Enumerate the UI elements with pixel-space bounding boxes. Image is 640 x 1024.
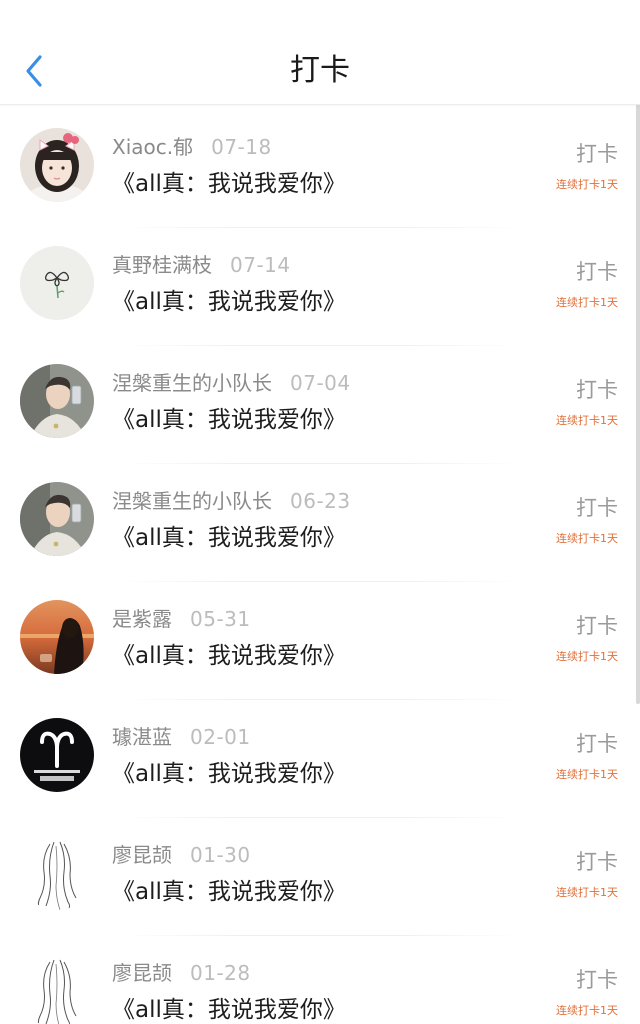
user-name[interactable]: 廖昆颉 — [112, 843, 172, 867]
list-item[interactable]: 涅槃重生的小队长 07-04 《all真：我说我爱你》 打卡 连续打卡1天 — [0, 346, 640, 464]
list-item[interactable]: 真野桂满枝 07-14 《all真：我说我爱你》 打卡 连续打卡1天 — [0, 228, 640, 346]
checkin-date: 07-14 — [230, 253, 291, 277]
user-meta: 涅槃重生的小队长 07-04 — [112, 370, 351, 396]
streak-label: 连续打卡1天 — [556, 1004, 618, 1017]
check-in-button[interactable]: 打卡 — [576, 966, 618, 994]
checkin-page: 打卡 Xiaoc.郁 07-18 《all真：我说我爱你》 打卡 连续打卡1天 … — [0, 0, 640, 1024]
check-in-button[interactable]: 打卡 — [576, 612, 618, 640]
user-meta: 是紫露 05-31 — [112, 606, 251, 632]
check-in-button[interactable]: 打卡 — [576, 376, 618, 404]
user-name[interactable]: 是紫露 — [112, 607, 172, 631]
book-title: 《all真：我说我爱你》 — [112, 879, 346, 905]
scrollbar[interactable] — [636, 104, 640, 704]
book-title: 《all真：我说我爱你》 — [112, 289, 346, 315]
checkin-date: 07-04 — [290, 371, 351, 395]
streak-label: 连续打卡1天 — [556, 650, 618, 663]
check-in-button[interactable]: 打卡 — [576, 730, 618, 758]
check-in-button[interactable]: 打卡 — [576, 258, 618, 286]
streak-label: 连续打卡1天 — [556, 532, 618, 545]
top-bar: 打卡 — [0, 0, 640, 105]
list-item[interactable]: 廖昆颉 01-30 《all真：我说我爱你》 打卡 连续打卡1天 — [0, 818, 640, 936]
man-selfie-icon[interactable] — [20, 364, 94, 438]
check-in-button[interactable]: 打卡 — [576, 140, 618, 168]
book-title: 《all真：我说我爱你》 — [112, 643, 346, 669]
checkin-date: 05-31 — [190, 607, 251, 631]
check-in-button[interactable]: 打卡 — [576, 848, 618, 876]
list-item[interactable]: 璩湛蓝 02-01 《all真：我说我爱你》 打卡 连续打卡1天 — [0, 700, 640, 818]
girl-portrait-icon[interactable] — [20, 128, 94, 202]
user-meta: 璩湛蓝 02-01 — [112, 724, 251, 750]
list-item[interactable]: 涅槃重生的小队长 06-23 《all真：我说我爱你》 打卡 连续打卡1天 — [0, 464, 640, 582]
user-meta: 廖昆颉 01-30 — [112, 842, 251, 868]
checkin-date: 07-18 — [211, 135, 272, 159]
back-button[interactable] — [14, 46, 54, 96]
streak-label: 连续打卡1天 — [556, 296, 618, 309]
checkin-list[interactable]: Xiaoc.郁07-18 《all真：我说我爱你》 打卡 连续打卡1天 真野桂 — [0, 110, 640, 1024]
user-meta: Xiaoc.郁 07-18 — [112, 134, 272, 160]
check-in-button[interactable]: 打卡 — [576, 494, 618, 522]
flower-sketch-icon[interactable] — [20, 246, 94, 320]
hair-sketch-icon[interactable] — [20, 954, 94, 1024]
user-meta: 涅槃重生的小队长 06-23 — [112, 488, 351, 514]
book-title: 《all真：我说我爱你》 — [112, 171, 346, 197]
list-item[interactable]: Xiaoc.郁 07-18 《all真：我说我爱你》 打卡 连续打卡1天 — [0, 110, 640, 228]
user-name[interactable]: 廖昆颉 — [112, 961, 172, 985]
streak-label: 连续打卡1天 — [556, 178, 618, 191]
man-selfie-icon[interactable] — [20, 482, 94, 556]
aries-zodiac-icon[interactable] — [20, 718, 94, 792]
checkin-date: 01-30 — [190, 843, 251, 867]
checkin-date: 06-23 — [290, 489, 351, 513]
list-item[interactable]: 廖昆颉 01-28 《all真：我说我爱你》 打卡 连续打卡1天 — [0, 936, 640, 1024]
book-title: 《all真：我说我爱你》 — [112, 525, 346, 551]
sunset-girl-icon[interactable] — [20, 600, 94, 674]
user-name[interactable]: 涅槃重生的小队长 — [112, 489, 272, 513]
checkin-date: 01-28 — [190, 961, 251, 985]
checkin-date: 02-01 — [190, 725, 251, 749]
book-title: 《all真：我说我爱你》 — [112, 997, 346, 1023]
user-name[interactable]: 真野桂满枝 — [112, 253, 212, 277]
chevron-left-icon — [26, 55, 42, 87]
list-item[interactable]: 是紫露 05-31 《all真：我说我爱你》 打卡 连续打卡1天 — [0, 582, 640, 700]
book-title: 《all真：我说我爱你》 — [112, 761, 346, 787]
streak-label: 连续打卡1天 — [556, 886, 618, 899]
book-title: 《all真：我说我爱你》 — [112, 407, 346, 433]
hair-sketch-icon[interactable] — [20, 836, 94, 910]
streak-label: 连续打卡1天 — [556, 414, 618, 427]
page-title: 打卡 — [290, 53, 350, 88]
user-meta: 廖昆颉 01-28 — [112, 960, 251, 986]
user-meta: 真野桂满枝 07-14 — [112, 252, 291, 278]
user-name[interactable]: 璩湛蓝 — [112, 725, 172, 749]
user-name[interactable]: 涅槃重生的小队长 — [112, 371, 272, 395]
streak-label: 连续打卡1天 — [556, 768, 618, 781]
user-name[interactable]: Xiaoc.郁 — [112, 135, 193, 159]
